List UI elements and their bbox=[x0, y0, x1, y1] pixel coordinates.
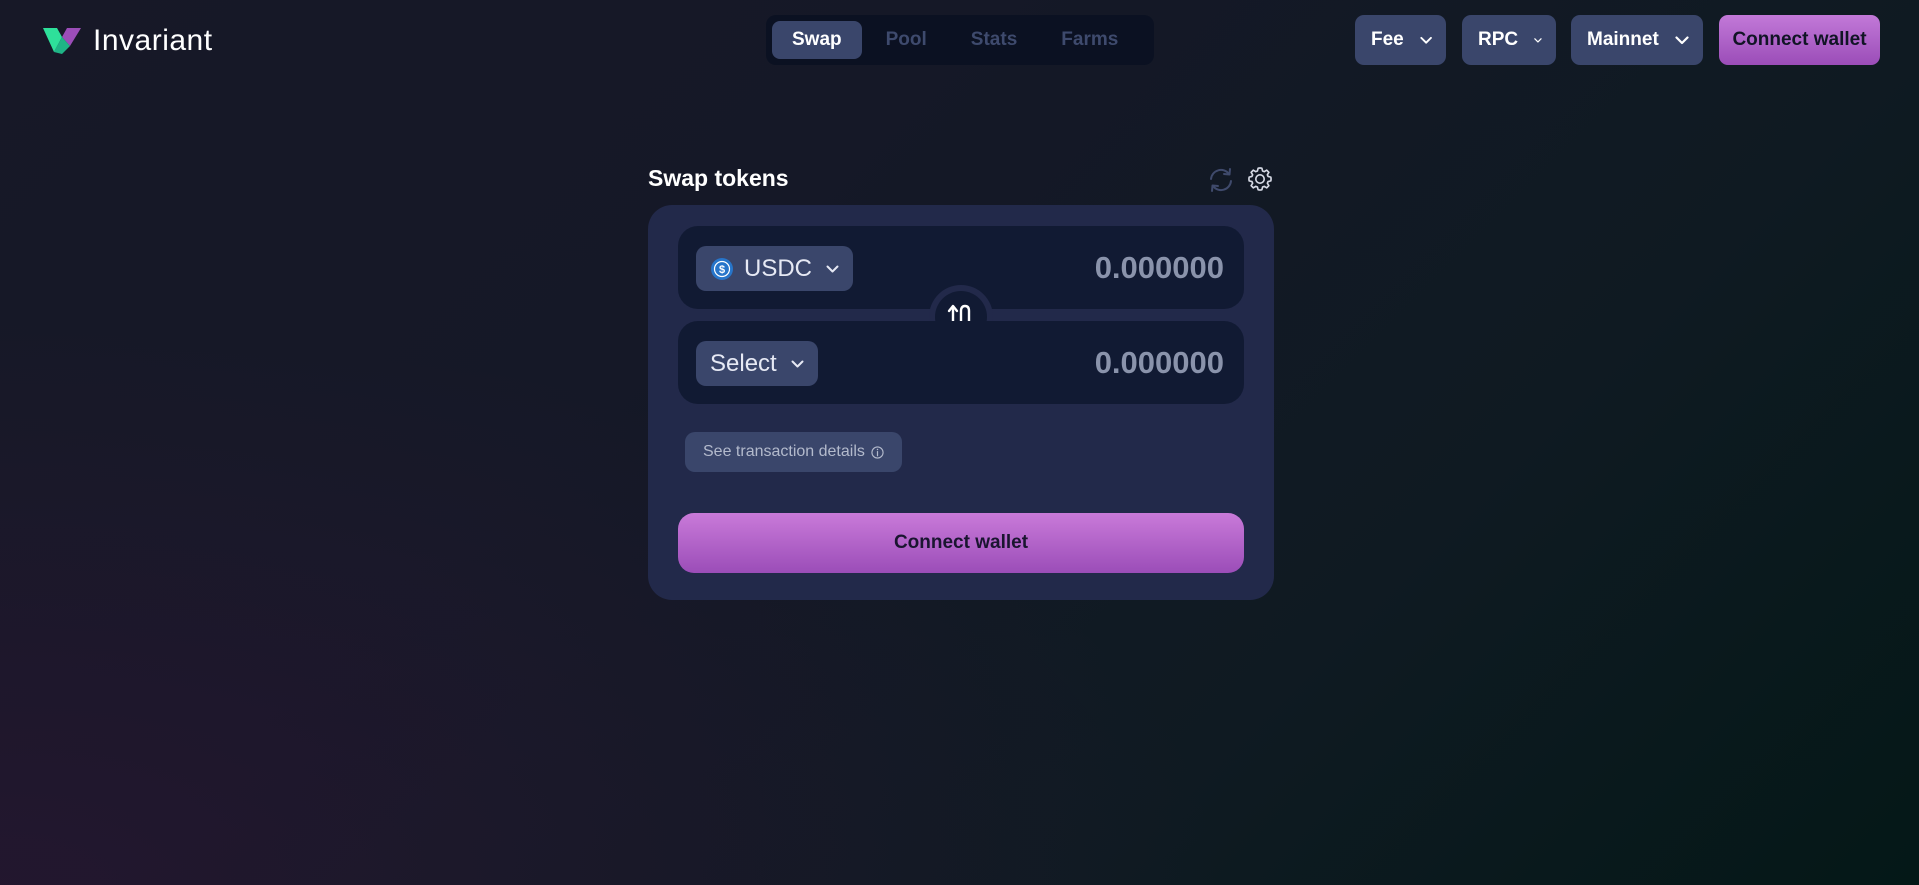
connect-wallet-header-button[interactable]: Connect wallet bbox=[1719, 15, 1880, 65]
network-label: Mainnet bbox=[1587, 29, 1659, 50]
transaction-details-button[interactable]: See transaction details bbox=[685, 432, 902, 472]
from-amount-input[interactable] bbox=[964, 246, 1224, 290]
svg-text:$: $ bbox=[719, 264, 725, 276]
transaction-details-label: See transaction details bbox=[703, 443, 865, 460]
usdc-icon: $ bbox=[711, 257, 733, 280]
info-icon bbox=[871, 445, 884, 459]
chevron-down-icon bbox=[1534, 37, 1542, 43]
chevron-down-icon bbox=[791, 360, 804, 367]
tab-pool[interactable]: Pool bbox=[866, 21, 947, 59]
fee-dropdown[interactable]: Fee bbox=[1355, 15, 1446, 65]
tab-swap[interactable]: Swap bbox=[772, 21, 862, 59]
settings-icon[interactable] bbox=[1246, 165, 1274, 193]
chevron-down-icon bbox=[1420, 36, 1432, 44]
rpc-dropdown[interactable]: RPC bbox=[1462, 15, 1556, 65]
network-dropdown[interactable]: Mainnet bbox=[1571, 15, 1703, 65]
from-token-select[interactable]: $ USDC bbox=[696, 246, 854, 291]
chevron-down-icon bbox=[826, 265, 839, 272]
chevron-down-icon bbox=[1675, 35, 1689, 44]
tab-farms[interactable]: Farms bbox=[1041, 21, 1138, 59]
tab-stats[interactable]: Stats bbox=[951, 21, 1037, 59]
invariant-logo-icon bbox=[43, 28, 81, 54]
main-nav: Swap Pool Stats Farms bbox=[766, 15, 1154, 65]
to-token-select[interactable]: Select bbox=[696, 341, 818, 386]
swap-title: Swap tokens bbox=[648, 165, 789, 191]
logo[interactable]: Invariant bbox=[43, 24, 213, 58]
to-token-symbol: Select bbox=[710, 349, 777, 377]
swap-card: $ USDC Select See transaction details bbox=[648, 205, 1274, 600]
from-token-symbol: USDC bbox=[744, 254, 813, 282]
to-amount-input[interactable] bbox=[964, 341, 1224, 385]
connect-wallet-button[interactable]: Connect wallet bbox=[678, 513, 1244, 573]
logo-text: Invariant bbox=[93, 24, 213, 57]
rpc-label: RPC bbox=[1478, 29, 1519, 50]
fee-label: Fee bbox=[1371, 29, 1404, 50]
refresh-icon[interactable] bbox=[1206, 165, 1236, 195]
to-token-box: Select bbox=[678, 321, 1244, 404]
